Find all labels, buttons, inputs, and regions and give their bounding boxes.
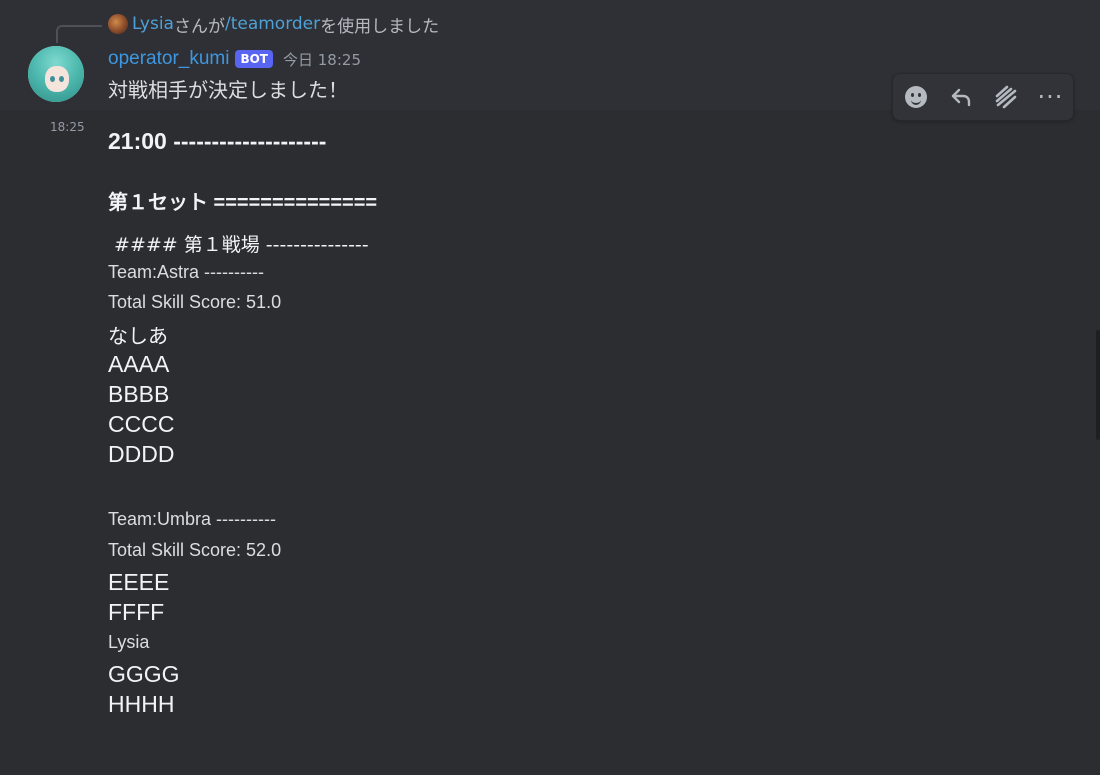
add-reaction-button[interactable] — [899, 80, 933, 114]
team-member: CCCC — [108, 411, 175, 437]
thread-icon — [995, 85, 1016, 109]
command-connector-text: さんが — [173, 16, 225, 37]
set-header: 第１セット ============== — [108, 192, 378, 214]
more-options-button[interactable]: ··· — [1034, 80, 1068, 114]
team-name: Team:Umbra ---------- — [108, 509, 276, 529]
time-header: 21:00 -------------------- — [108, 128, 327, 154]
team-member: HHHH — [108, 691, 175, 717]
create-thread-button[interactable] — [989, 80, 1023, 114]
team-member: GGGG — [108, 661, 180, 687]
team-member: BBBB — [108, 381, 170, 407]
bot-avatar[interactable] — [28, 46, 84, 102]
battlefield-header: #### 第１戦場 --------------- — [108, 234, 369, 256]
side-timestamp: 18:25 — [50, 120, 85, 134]
team-member: AAAA — [108, 351, 170, 377]
message-first-line: 対戦相手が決定しました！ — [108, 78, 348, 102]
team-member: DDDD — [108, 441, 175, 467]
ellipsis-icon: ··· — [1037, 83, 1064, 111]
reply-arrow-icon — [951, 88, 970, 107]
scrollbar[interactable] — [1096, 330, 1100, 440]
team-member: Lysia — [108, 632, 150, 652]
command-user-name[interactable]: Lysia — [132, 14, 174, 34]
chat-area: Lysia さんが /teamorder を使用しました operator_ku… — [0, 0, 1100, 775]
team-member: FFFF — [108, 599, 165, 625]
command-user-avatar[interactable] — [108, 14, 128, 34]
emoji-smile-icon — [904, 86, 927, 108]
reply-button[interactable] — [944, 80, 978, 114]
team-score: Total Skill Score: 51.0 — [108, 292, 282, 312]
message-toolbar: ··· — [892, 73, 1074, 121]
team-name: Team:Astra ---------- — [108, 262, 264, 282]
command-reference[interactable]: Lysia さんが /teamorder を使用しました — [108, 12, 440, 37]
username[interactable]: operator_kumi — [108, 48, 229, 70]
command-reply-connector — [56, 25, 102, 43]
bot-badge: BOT — [235, 50, 273, 68]
message-timestamp[interactable]: 今日 18:25 — [283, 49, 361, 70]
team-score: Total Skill Score: 52.0 — [108, 540, 282, 560]
team-member: EEEE — [108, 569, 170, 595]
message-header: operator_kumi BOT 今日 18:25 — [108, 46, 361, 72]
team-member: なしあ — [108, 324, 168, 348]
command-suffix-text: を使用しました — [320, 16, 440, 37]
command-name-link[interactable]: /teamorder — [225, 14, 320, 34]
